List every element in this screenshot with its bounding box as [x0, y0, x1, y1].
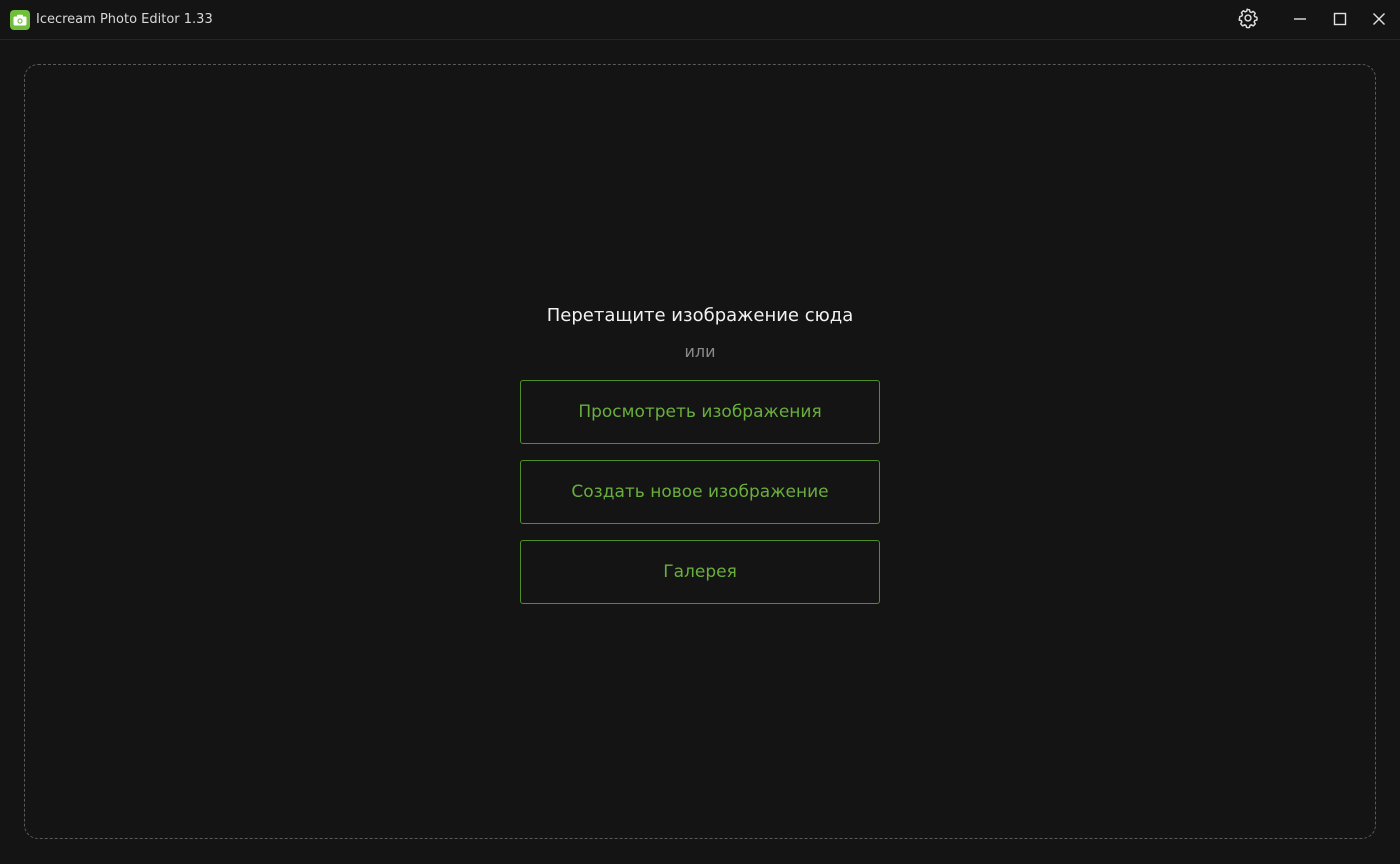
close-icon: [1372, 11, 1386, 30]
image-drop-zone[interactable]: [24, 64, 1376, 839]
minimize-icon: [1293, 11, 1307, 30]
minimize-button[interactable]: [1284, 4, 1316, 36]
close-button[interactable]: [1363, 4, 1395, 36]
camera-icon: [10, 10, 30, 30]
drop-instruction: Перетащите изображение сюда: [546, 305, 854, 326]
browse-images-button[interactable]: Просмотреть изображения: [520, 380, 880, 444]
title-bar[interactable]: Icecream Photo Editor 1.33: [0, 0, 1400, 40]
maximize-icon: [1333, 11, 1347, 30]
create-new-image-button[interactable]: Создать новое изображение: [520, 460, 880, 524]
app-window: Icecream Photo Editor 1.33 Перетащите из…: [0, 0, 1400, 864]
maximize-button[interactable]: [1324, 4, 1356, 36]
or-separator: или: [684, 342, 716, 361]
window-title: Icecream Photo Editor 1.33: [36, 12, 213, 27]
gallery-button[interactable]: Галерея: [520, 540, 880, 604]
gear-icon: [1237, 7, 1259, 33]
settings-button[interactable]: [1232, 4, 1264, 36]
